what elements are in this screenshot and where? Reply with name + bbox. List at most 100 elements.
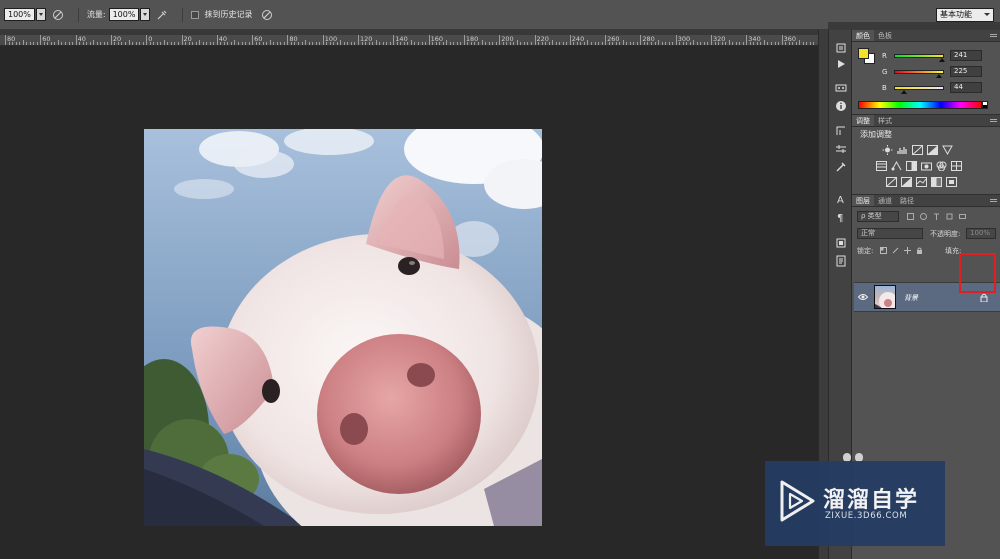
ruler-tick	[693, 40, 695, 45]
brush-icon[interactable]	[835, 161, 847, 173]
layer-comps-icon[interactable]	[835, 237, 847, 249]
adjustment-row-1	[882, 145, 953, 155]
play-icon[interactable]	[835, 58, 847, 70]
foreground-swatch[interactable]	[858, 48, 869, 59]
exposure-icon[interactable]	[927, 145, 938, 155]
blue-slider-thumb[interactable]	[900, 89, 907, 94]
history-checkbox[interactable]	[191, 10, 200, 19]
ruler-tick	[813, 42, 815, 45]
ruler-tick	[248, 42, 250, 45]
posterize-icon[interactable]	[901, 177, 912, 187]
ruler-tick	[799, 40, 801, 45]
pressure-opacity-icon[interactable]	[52, 9, 64, 21]
ruler-tick	[665, 42, 667, 45]
properties-icon[interactable]	[835, 143, 847, 155]
blend-mode-select[interactable]: 正常	[857, 228, 923, 239]
green-letter: G	[882, 67, 888, 76]
history-icon[interactable]	[835, 42, 847, 54]
color-spectrum-bar[interactable]	[858, 101, 982, 109]
opacity-field[interactable]: 100%	[4, 8, 35, 21]
ruler-tick	[538, 42, 540, 45]
paragraph-icon[interactable]: ¶	[835, 211, 847, 223]
tab-color[interactable]: 颜色	[852, 30, 874, 41]
brush-preset-icon[interactable]	[835, 82, 847, 94]
ruler-tick	[481, 40, 483, 45]
canvas-area[interactable]	[0, 47, 818, 559]
ruler-tick	[792, 42, 794, 45]
channel-mixer-icon[interactable]	[936, 161, 947, 171]
panel-menu-icon[interactable]	[990, 34, 997, 35]
shape-filter-icon[interactable]	[946, 213, 953, 220]
ruler-tick	[315, 42, 317, 45]
tab-channels[interactable]: 通道	[874, 195, 896, 206]
tab-swatches[interactable]: 色板	[874, 30, 896, 41]
ruler-tick	[499, 35, 501, 45]
panel-menu-icon[interactable]	[990, 119, 997, 120]
lock-transparent-icon[interactable]	[880, 247, 887, 254]
vibrance-icon[interactable]	[942, 145, 953, 155]
green-slider-thumb[interactable]	[936, 73, 942, 78]
ruler-tick	[502, 42, 504, 45]
tab-layers[interactable]: 图层	[852, 195, 874, 206]
tab-styles[interactable]: 样式	[874, 115, 896, 126]
pig-photo[interactable]	[144, 129, 542, 526]
ruler-tick	[216, 35, 218, 45]
ruler-tick	[721, 42, 723, 45]
adjustment-filter-icon[interactable]	[920, 213, 927, 220]
ruler-tick	[442, 42, 444, 45]
panel-menu-icon[interactable]	[990, 199, 997, 200]
airbrush-icon[interactable]	[156, 9, 168, 21]
ruler-tick	[121, 42, 123, 45]
lock-all-icon[interactable]	[916, 247, 923, 254]
info-icon[interactable]	[835, 100, 847, 112]
layer-lock-icon[interactable]	[980, 293, 988, 302]
flow-field[interactable]: 100%	[108, 8, 140, 21]
color-balance-icon[interactable]	[891, 161, 902, 171]
lock-pixels-icon[interactable]	[892, 247, 899, 254]
green-slider[interactable]	[894, 69, 944, 78]
character-icon[interactable]: A	[835, 193, 847, 205]
green-slider-row: G 225	[882, 66, 982, 78]
visibility-eye-icon[interactable]	[858, 293, 868, 301]
pixel-filter-icon[interactable]	[907, 213, 914, 220]
hue-saturation-icon[interactable]	[876, 161, 887, 171]
smart-filter-icon[interactable]	[959, 213, 966, 220]
type-filter-icon[interactable]	[933, 213, 940, 220]
selective-color-icon[interactable]	[946, 177, 957, 187]
opacity-dropdown[interactable]	[35, 8, 46, 21]
ruler-tick	[308, 42, 310, 45]
layer-name[interactable]: 背景	[904, 293, 918, 303]
lock-position-icon[interactable]	[904, 247, 911, 254]
pressure-size-icon[interactable]	[261, 9, 273, 21]
invert-icon[interactable]	[886, 177, 897, 187]
curves-icon[interactable]	[912, 145, 923, 155]
layer-filter-select[interactable]: ρ 类型	[857, 211, 899, 222]
ruler-tick	[414, 42, 416, 45]
levels-icon[interactable]	[897, 145, 908, 155]
threshold-icon[interactable]	[916, 177, 927, 187]
photo-filter-icon[interactable]	[921, 161, 932, 171]
black-white-icon[interactable]	[906, 161, 917, 171]
blue-value-field[interactable]: 44	[950, 82, 982, 93]
workspace-switcher[interactable]: 基本功能	[936, 8, 994, 22]
red-value-field[interactable]: 241	[950, 50, 982, 61]
black-white-swatch[interactable]	[982, 101, 988, 109]
blue-slider[interactable]	[894, 85, 944, 94]
red-slider-thumb[interactable]	[939, 57, 946, 62]
green-value-field[interactable]: 225	[950, 66, 982, 77]
brightness-icon[interactable]	[882, 145, 893, 155]
ruler-tick	[689, 42, 691, 45]
notes-icon[interactable]	[835, 255, 847, 267]
lock-label: 锁定:	[857, 247, 874, 255]
ruler-tick	[636, 42, 638, 45]
clone-source-icon[interactable]	[835, 125, 847, 137]
color-lookup-icon[interactable]	[951, 161, 962, 171]
red-slider[interactable]	[894, 53, 946, 62]
ruler-tick	[156, 42, 158, 45]
tab-paths[interactable]: 路径	[896, 195, 918, 206]
tab-adjustments[interactable]: 调整	[852, 115, 874, 126]
flow-dropdown[interactable]	[140, 8, 151, 21]
gradient-map-icon[interactable]	[931, 177, 942, 187]
layer-opacity-field[interactable]: 100%	[966, 228, 996, 239]
color-panel-tabs: 颜色 色板	[852, 30, 1000, 42]
